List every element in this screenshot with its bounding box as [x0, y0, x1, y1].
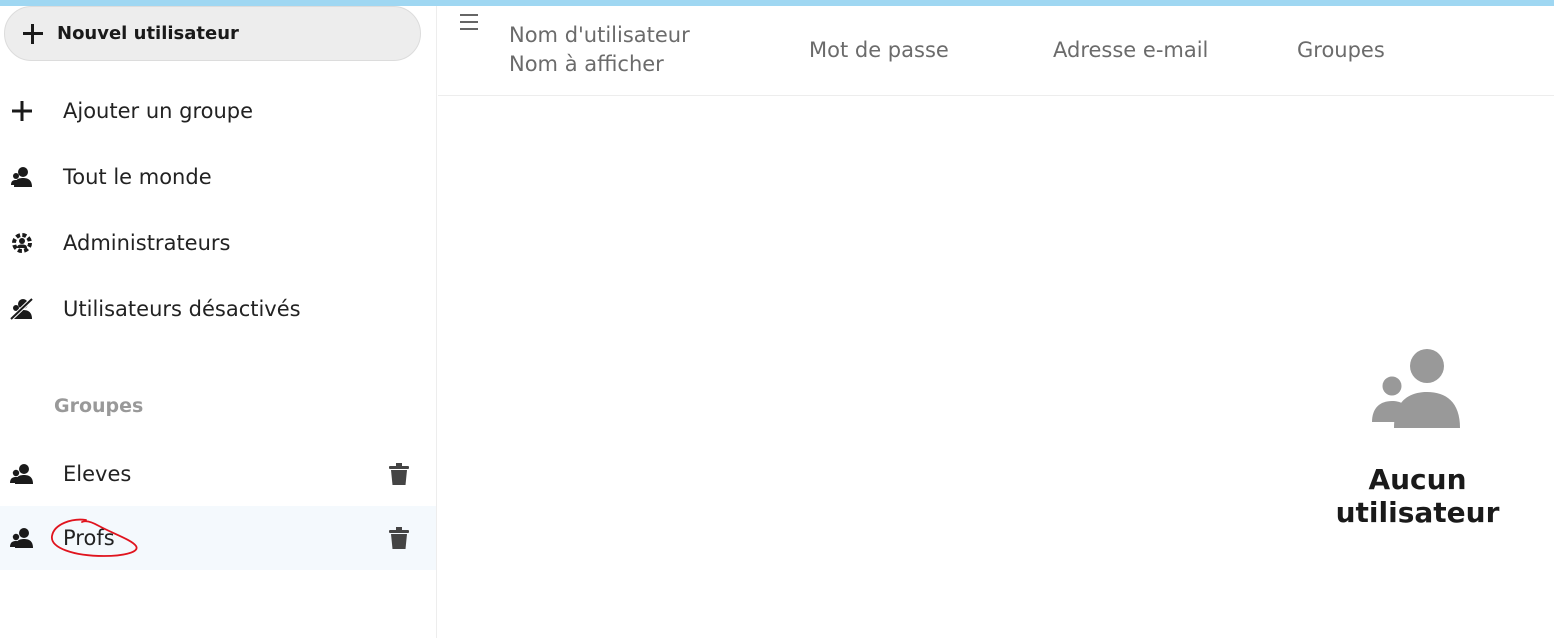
table-header: Nom d'utilisateur Nom à afficher Mot de …	[438, 6, 1554, 96]
sidebar-item-label: Tout le monde	[63, 165, 212, 189]
empty-state-message: Aucun utilisateur	[1335, 463, 1500, 529]
sidebar-item-disabled-users[interactable]: Utilisateurs désactivés	[0, 277, 436, 341]
column-header-password: Mot de passe	[809, 38, 949, 62]
main-content: Nom d'utilisateur Nom à afficher Mot de …	[438, 6, 1554, 638]
sidebar-item-label: Eleves	[63, 462, 132, 486]
sidebar-item-label: Ajouter un groupe	[63, 99, 254, 123]
sidebar-item-add-group[interactable]: Ajouter un groupe	[0, 79, 436, 143]
users-icon	[10, 462, 34, 486]
users-icon	[10, 526, 34, 550]
user-icon	[10, 165, 34, 189]
plus-icon	[10, 99, 34, 123]
column-header-email: Adresse e-mail	[1053, 38, 1209, 62]
groups-section-title: Groupes	[54, 395, 144, 417]
sidebar: Nouvel utilisateur Ajouter un groupe Tou…	[0, 6, 437, 638]
menu-icon[interactable]	[460, 12, 480, 32]
column-header-display-name[interactable]: Nom à afficher	[509, 52, 664, 76]
new-user-button[interactable]: Nouvel utilisateur	[4, 6, 421, 61]
sidebar-item-label: Utilisateurs désactivés	[63, 297, 301, 321]
new-user-label: Nouvel utilisateur	[57, 23, 239, 44]
column-header-groups: Groupes	[1297, 38, 1385, 62]
user-admin-icon	[10, 231, 34, 255]
sidebar-item-group-eleves[interactable]: Eleves	[0, 442, 436, 506]
sidebar-item-label: Administrateurs	[63, 231, 231, 255]
trash-icon[interactable]	[388, 526, 410, 550]
sidebar-item-label: Profs	[63, 526, 115, 550]
sidebar-item-admins[interactable]: Administrateurs	[0, 211, 436, 275]
users-icon	[1372, 349, 1460, 428]
sidebar-item-group-profs[interactable]: Profs	[0, 506, 436, 570]
plus-icon	[23, 23, 43, 44]
trash-icon[interactable]	[388, 462, 410, 486]
user-disabled-icon	[10, 297, 34, 321]
sidebar-item-everyone[interactable]: Tout le monde	[0, 145, 436, 209]
column-header-username[interactable]: Nom d'utilisateur	[509, 23, 690, 47]
